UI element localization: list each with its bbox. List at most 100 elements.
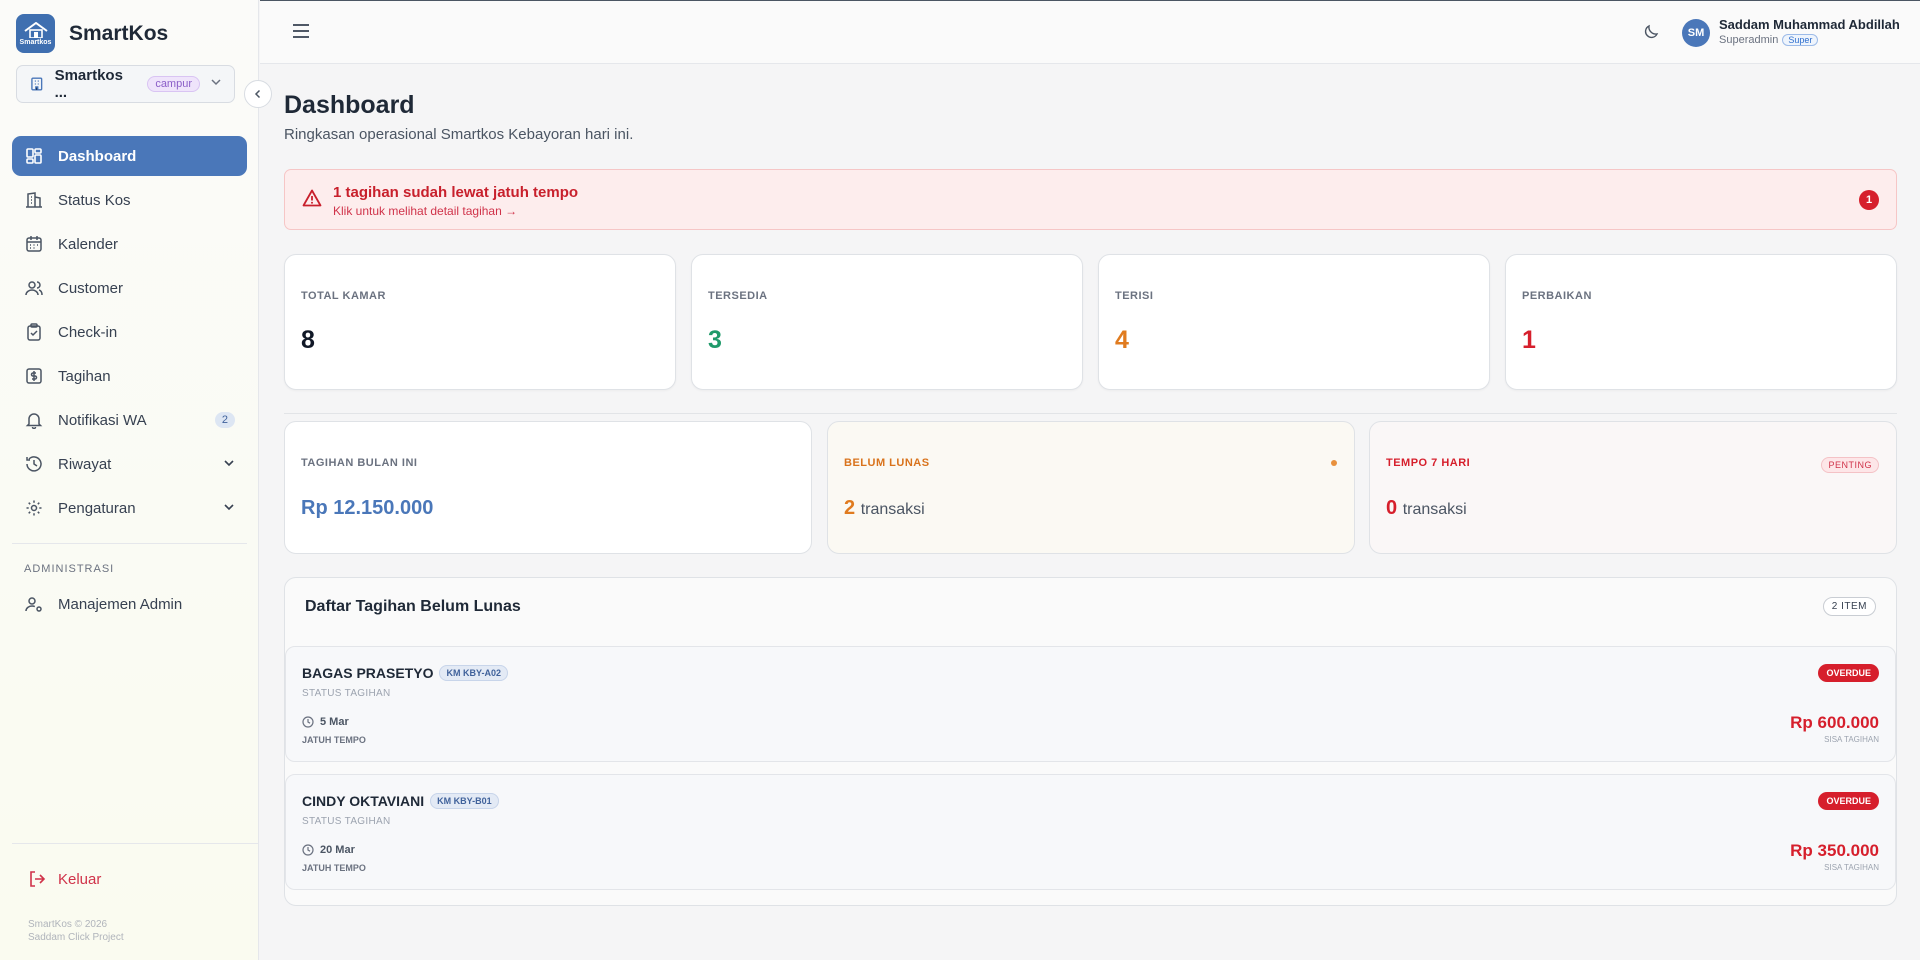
bill-due-date: 20 Mar [302, 844, 355, 856]
avatar[interactable]: SM [1682, 19, 1710, 47]
due-date-label: JATUH TEMPO [302, 863, 366, 873]
finance-count: 0 [1386, 497, 1398, 519]
finance-label: BELUM LUNAS [844, 457, 930, 469]
sidebar-item-label: Status Kos [58, 191, 131, 209]
calendar-icon [24, 234, 44, 254]
sidebar-item-label: Kalender [58, 235, 119, 253]
property-type-badge: campur [147, 76, 200, 92]
section-divider [284, 413, 1897, 414]
finance-unit: transaksi [860, 501, 925, 518]
sidebar-item-riwayat[interactable]: Riwayat [12, 444, 247, 484]
brand-name: SmartKos [69, 21, 169, 45]
sidebar-item-label: Check-in [58, 323, 118, 341]
bill-amount: Rp 600.000 [1790, 713, 1879, 732]
logout-label: Keluar [58, 870, 102, 888]
sidebar-item-manajemen-admin[interactable]: Manajemen Admin [12, 584, 247, 624]
page-subtitle: Ringkasan operasional Smartkos Kebayoran… [284, 126, 634, 143]
theme-toggle-button[interactable] [1642, 23, 1660, 46]
sidebar-item-notifikasi-wa[interactable]: Notifikasi WA 2 [12, 400, 247, 440]
bill-due-date: 5 Mar [302, 716, 349, 728]
house-icon [23, 21, 48, 38]
sidebar-nav: Dashboard Status Kos Kalender Customer C… [12, 136, 247, 532]
alert-detail-link[interactable]: Klik untuk melihat detail tagihan → [333, 204, 517, 218]
bill-amount-label: SISA TAGIHAN [1824, 735, 1879, 744]
users-icon [24, 278, 44, 298]
warning-icon [302, 189, 322, 212]
overdue-alert[interactable]: 1 tagihan sudah lewat jatuh tempo Klik u… [284, 169, 1897, 230]
sidebar-item-customer[interactable]: Customer [12, 268, 247, 308]
sidebar-item-pengaturan[interactable]: Pengaturan [12, 488, 247, 528]
brand[interactable]: Smartkos SmartKos [16, 14, 168, 53]
page-title: Dashboard [284, 91, 415, 119]
list-item[interactable]: BAGAS PRASETYO KM KBY-A02 STATUS TAGIHAN … [285, 646, 1896, 762]
sidebar-item-label: Pengaturan [58, 499, 136, 517]
user-name: Saddam Muhammad Abdillah [1719, 17, 1900, 32]
stat-card-tersedia: TERSEDIA 3 [691, 254, 1083, 390]
clipboard-check-icon [24, 322, 44, 342]
due-date-label: JATUH TEMPO [302, 735, 366, 745]
notification-count-badge: 2 [214, 412, 235, 428]
chevron-down-icon [223, 456, 235, 473]
sidebar-item-label: Riwayat [58, 455, 112, 473]
room-badge: KM KBY-B01 [430, 793, 499, 809]
stat-value: 3 [708, 326, 722, 354]
topbar: SM Saddam Muhammad Abdillah Superadmin S… [260, 0, 1920, 64]
logo-text: Smartkos [19, 38, 52, 46]
finance-card-belum-lunas: BELUM LUNAS 2 transaksi [827, 421, 1355, 554]
finance-value: Rp 12.150.000 [301, 497, 434, 519]
section-label-administrasi: ADMINISTRASI [24, 563, 115, 575]
stat-card-perbaikan: PERBAIKAN 1 [1505, 254, 1897, 390]
chevron-down-icon [210, 75, 222, 93]
stat-card-terisi: TERISI 4 [1098, 254, 1490, 390]
collapse-sidebar-button[interactable] [244, 80, 272, 108]
unpaid-bills-title: Daftar Tagihan Belum Lunas [305, 598, 521, 615]
unpaid-bills-count: 2 ITEM [1822, 597, 1876, 616]
stat-value: 8 [301, 326, 315, 354]
chevron-down-icon [223, 500, 235, 517]
overdue-badge: OVERDUE [1818, 792, 1879, 810]
finance-value: 2 transaksi [844, 497, 925, 520]
sidebar-item-tagihan[interactable]: Tagihan [12, 356, 247, 396]
sidebar-item-label: Customer [58, 279, 124, 297]
dollar-receipt-icon [24, 366, 44, 386]
sidebar-item-kalender[interactable]: Kalender [12, 224, 247, 264]
customer-name: CINDY OKTAVIANI [302, 793, 425, 809]
building-icon [31, 77, 43, 91]
room-badge: KM KBY-A02 [439, 665, 508, 681]
stat-label: TOTAL KAMAR [301, 290, 386, 302]
logout-icon [30, 871, 46, 887]
footer-copyright: SmartKos © 2026 [28, 919, 108, 930]
history-icon [24, 454, 44, 474]
list-item[interactable]: CINDY OKTAVIANI KM KBY-B01 STATUS TAGIHAN… [285, 774, 1896, 890]
sidebar-item-status-kos[interactable]: Status Kos [12, 180, 247, 220]
logout-button[interactable]: Keluar [28, 870, 101, 888]
footer-project: Saddam Click Project [28, 932, 124, 943]
alert-count-badge: 1 [1859, 190, 1879, 210]
sidebar-item-label: Manajemen Admin [58, 595, 183, 613]
finance-card-tagihan-bulan-ini: TAGIHAN BULAN INI Rp 12.150.000 [284, 421, 812, 554]
overdue-badge: OVERDUE [1818, 664, 1879, 682]
stat-label: TERISI [1115, 290, 1154, 302]
sidebar-item-check-in[interactable]: Check-in [12, 312, 247, 352]
bill-amount-label: SISA TAGIHAN [1824, 863, 1879, 872]
clock-icon [302, 716, 314, 728]
due-date-value: 20 Mar [320, 844, 355, 856]
bell-icon [24, 410, 44, 430]
user-role: Superadmin Super [1719, 34, 1819, 46]
nav-divider [12, 543, 247, 544]
bill-customer-name: CINDY OKTAVIANI KM KBY-B01 [302, 793, 499, 809]
stat-label: TERSEDIA [708, 290, 768, 302]
bill-customer-name: BAGAS PRASETYO KM KBY-A02 [302, 665, 508, 681]
moon-icon [1644, 24, 1659, 39]
menu-toggle-button[interactable] [292, 23, 310, 44]
property-select[interactable]: Smartkos ... campur [16, 65, 235, 103]
sidebar-bottom-divider [12, 843, 259, 844]
stat-label: PERBAIKAN [1522, 290, 1592, 302]
sidebar-item-dashboard[interactable]: Dashboard [12, 136, 247, 176]
sidebar-item-label: Dashboard [58, 147, 137, 165]
alert-title: 1 tagihan sudah lewat jatuh tempo [333, 184, 579, 201]
smartkos-logo: Smartkos [16, 14, 55, 53]
bill-status-label: STATUS TAGIHAN [302, 816, 391, 827]
user-role-label: Superadmin [1719, 34, 1779, 46]
user-role-badge: Super [1782, 34, 1819, 46]
